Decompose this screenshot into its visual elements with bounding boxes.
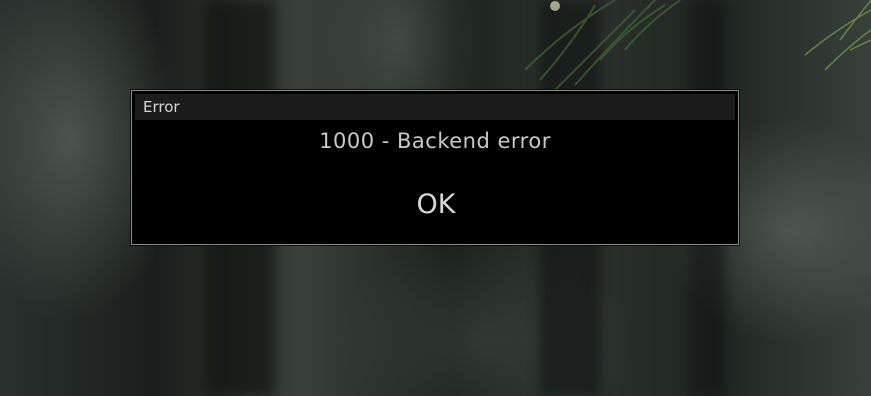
error-dialog: Error 1000 - Backend error OK xyxy=(131,90,739,245)
dialog-title: Error xyxy=(135,94,735,120)
error-message: 1000 - Backend error xyxy=(319,129,551,153)
ok-button[interactable]: OK xyxy=(386,185,486,225)
game-background: Error 1000 - Backend error OK xyxy=(0,0,871,396)
pine-branch-foliage xyxy=(524,0,871,90)
